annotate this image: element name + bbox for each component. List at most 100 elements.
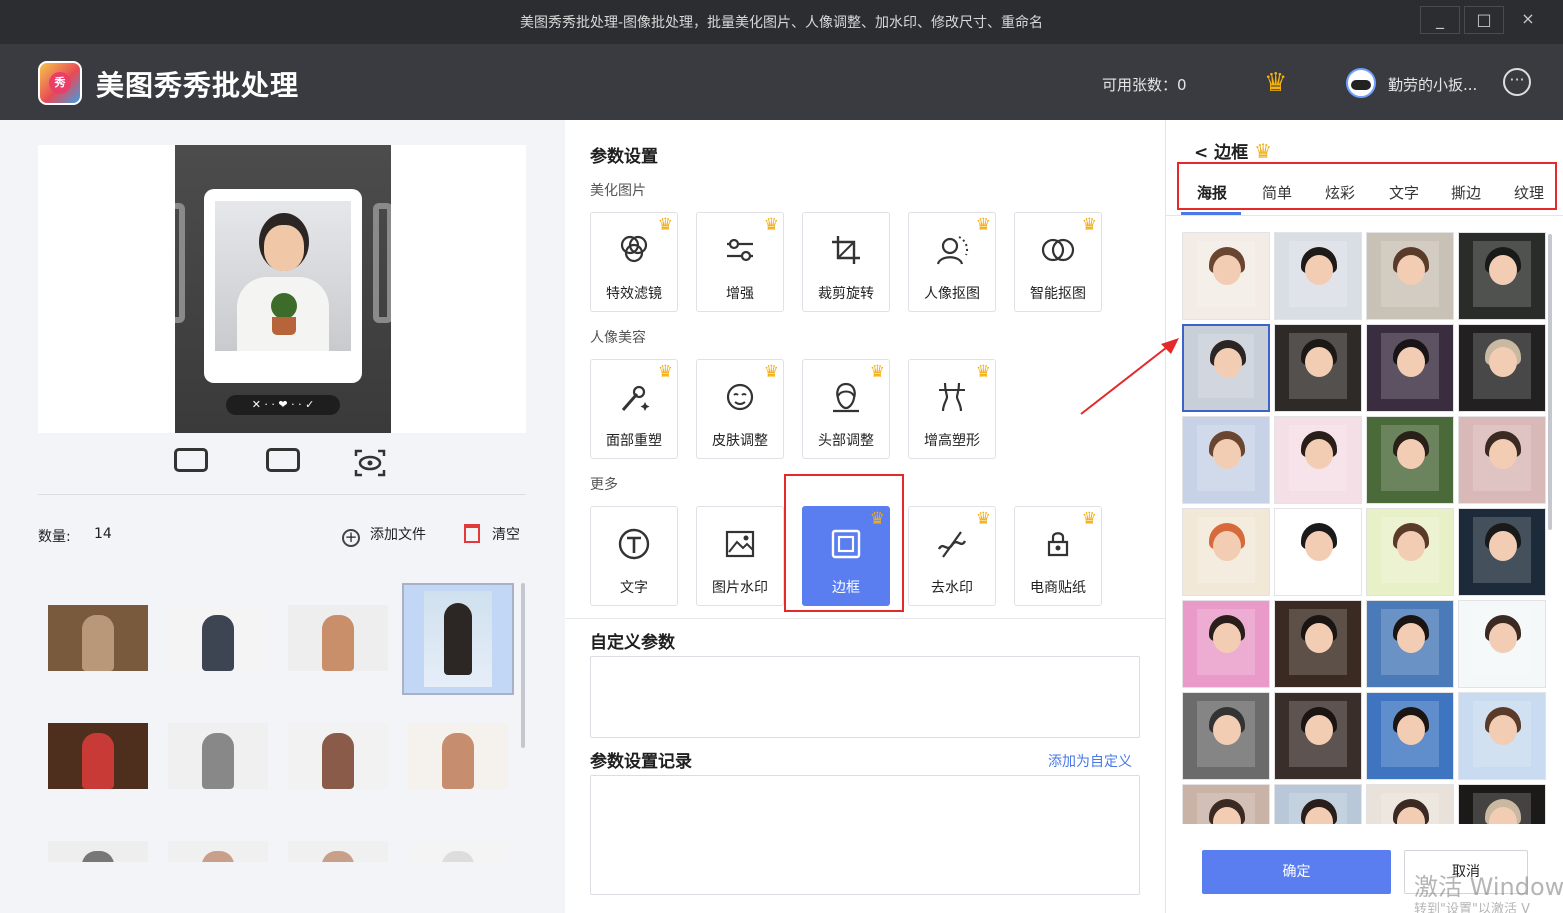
frame-poster[interactable] [1182,600,1270,688]
avatar[interactable] [1346,68,1376,98]
thumbnail[interactable] [48,841,148,862]
tool-button[interactable]: ♛ 电商贴纸 [1014,506,1102,606]
close-button[interactable]: × [1508,6,1548,34]
thumbnail-scrollbar[interactable] [521,583,525,748]
count-label: 数量: [38,529,71,545]
tool-button[interactable]: ♛ 人像抠图 [908,212,996,312]
os-activation-watermark: 激活 Window [1414,873,1563,901]
tool-button[interactable]: 文字 [590,506,678,606]
crown-icon: ♛ [1254,139,1273,163]
frame-poster[interactable] [1366,508,1454,596]
frame-poster[interactable] [1274,416,1362,504]
tool-button[interactable]: ♛ 增强 [696,212,784,312]
frame-poster[interactable] [1274,600,1362,688]
frame-poster[interactable] [1182,232,1270,320]
poster-face [1489,255,1517,285]
thumbnail[interactable] [168,841,268,862]
left-panel: ✕ · · ❤ · · ✓ 数量: 14 + 添加文件 清空 [0,120,565,913]
tool-button[interactable]: ♛ 皮肤调整 [696,359,784,459]
confirm-button[interactable]: 确定 [1202,850,1391,894]
back-button[interactable]: < 边框 ♛ [1194,138,1272,163]
tool-button[interactable]: ♛ 面部重塑 [590,359,678,459]
more-button[interactable]: ··· [1503,68,1531,96]
poster-face [1213,623,1241,653]
crown-icon[interactable]: ♛ [1264,68,1287,98]
history-box[interactable] [590,775,1140,895]
thumbnail[interactable] [168,723,268,789]
frame-tab[interactable]: 简单 [1262,182,1292,203]
frame-tab[interactable]: 海报 [1197,182,1227,203]
frame-poster[interactable] [1274,324,1362,412]
thumbnail-image [424,591,492,687]
frame-photo [215,201,351,351]
thumbnail[interactable] [288,841,388,862]
thumbnail[interactable] [288,605,388,671]
thumbnail[interactable] [402,583,514,695]
add-files-label: 添加文件 [370,527,426,543]
poster-face [1305,439,1333,469]
clear-button[interactable]: 清空 [464,524,520,544]
frame-tab[interactable]: 纹理 [1514,182,1544,203]
frame-poster[interactable] [1366,232,1454,320]
frame-poster[interactable] [1366,692,1454,780]
poster-scrollbar[interactable] [1548,234,1552,530]
head-icon [833,382,859,413]
rotate-left-button[interactable] [171,448,211,480]
frame-poster[interactable] [1458,692,1546,780]
add-files-button[interactable]: + 添加文件 [342,524,426,547]
frame-tab[interactable]: 文字 [1389,182,1419,203]
minimize-button[interactable]: _ [1420,6,1460,34]
frame-poster[interactable] [1458,232,1546,320]
frame-poster[interactable] [1182,692,1270,780]
frame-poster[interactable] [1274,692,1362,780]
poster-face [1489,715,1517,745]
tool-button[interactable]: ♛ 特效滤镜 [590,212,678,312]
smart-cutout-icon [1041,238,1075,262]
app-name: 美图秀秀批处理 [96,69,300,102]
frame-poster[interactable] [1458,784,1546,824]
thumbnail[interactable] [48,723,148,789]
tool-button[interactable]: 裁剪旋转 [802,212,890,312]
poster-face [1397,439,1425,469]
frame-tab[interactable]: 撕边 [1451,182,1481,203]
frame-poster[interactable] [1458,600,1546,688]
tool-button[interactable]: ♛ 去水印 [908,506,996,606]
frame-poster[interactable] [1458,416,1546,504]
tool-button[interactable]: ♛ 智能抠图 [1014,212,1102,312]
add-custom-link[interactable]: 添加为自定义 [1048,751,1132,771]
frame-poster[interactable] [1274,508,1362,596]
preview-eye-button[interactable] [350,448,390,480]
frame-poster[interactable] [1366,324,1454,412]
tabs-highlight [1177,162,1557,210]
frame-tab[interactable]: 炫彩 [1325,182,1355,203]
tool-button[interactable]: ♛ 增高塑形 [908,359,996,459]
group-label-more: 更多 [590,477,618,493]
frame-poster[interactable] [1182,784,1270,824]
frame-poster[interactable] [1458,324,1546,412]
custom-params-box[interactable] [590,656,1140,738]
frame-poster[interactable] [1458,508,1546,596]
tool-label: 皮肤调整 [712,433,768,449]
frame-poster[interactable] [1366,784,1454,824]
thumbnail[interactable] [408,841,508,862]
frame-poster[interactable] [1182,416,1270,504]
tool-button[interactable]: 图片水印 [696,506,784,606]
thumbnail[interactable] [408,723,508,789]
thumbnail-subject [444,603,472,675]
frame-poster[interactable] [1366,416,1454,504]
frame-poster[interactable] [1274,784,1362,824]
frame-poster[interactable] [1366,600,1454,688]
maximize-button[interactable]: □ [1464,6,1504,34]
frame-poster[interactable] [1182,324,1270,412]
username[interactable]: 勤劳的小扳... [1388,74,1477,95]
body-shape-icon [939,382,965,412]
thumbnail-image [168,723,268,789]
crop-icon [832,236,860,264]
frame-poster[interactable] [1274,232,1362,320]
thumbnail[interactable] [168,605,268,671]
thumbnail[interactable] [288,723,388,789]
frame-poster[interactable] [1182,508,1270,596]
tool-button[interactable]: ♛ 头部调整 [802,359,890,459]
rotate-right-button[interactable] [263,448,303,480]
thumbnail[interactable] [48,605,148,671]
